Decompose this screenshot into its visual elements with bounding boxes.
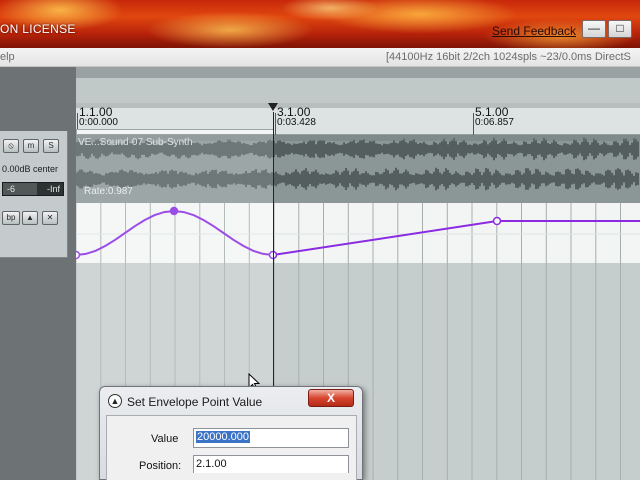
set-envelope-point-dialog: ▲ Set Envelope Point Value X Value 20000…: [99, 386, 363, 480]
volume-fader[interactable]: -6 -Inf: [2, 182, 64, 196]
dialog-close-button[interactable]: X: [308, 389, 354, 407]
app-icon: ▲: [108, 394, 122, 408]
value-label: Value: [151, 433, 179, 445]
envelope-hide-button[interactable]: ▲: [22, 211, 38, 225]
fx-icon: ⦸: [8, 141, 14, 150]
maximize-button[interactable]: □: [608, 20, 632, 38]
time-selection-bar[interactable]: [76, 129, 274, 135]
send-feedback-link[interactable]: Send Feedback: [492, 24, 576, 38]
position-input[interactable]: 2.1.00: [193, 455, 349, 473]
volume-pan-readout: 0.00dB center: [2, 164, 59, 174]
envelope-point[interactable]: [492, 216, 502, 226]
audio-status-text: [44100Hz 16bit 2/2ch 1024spls ~23/0.0ms …: [386, 51, 631, 63]
fader-min-label: -6: [7, 184, 16, 194]
menu-bar: elp [44100Hz 16bit 2/2ch 1024spls ~23/0.…: [0, 48, 640, 67]
close-icon: X: [326, 391, 335, 405]
minimize-button[interactable]: —: [582, 20, 606, 38]
fader-max-label: -Inf: [46, 184, 60, 194]
envelope-bypass-button[interactable]: bp: [2, 211, 20, 225]
fx-button[interactable]: ⦸: [3, 139, 19, 153]
arrow-up-icon: ▲: [26, 213, 34, 222]
envelope-control-panel: bp ▲ ✕: [0, 205, 68, 230]
dialog-body: Value 20000.000 Position: 2.1.00: [106, 415, 357, 480]
dialog-title: Set Envelope Point Value: [127, 395, 263, 409]
position-label: Position:: [139, 460, 182, 472]
value-input[interactable]: 20000.000: [193, 428, 349, 448]
menu-item-help[interactable]: elp: [0, 51, 15, 63]
close-icon: ✕: [46, 213, 54, 222]
mute-button[interactable]: m: [23, 139, 39, 153]
solo-button[interactable]: S: [43, 139, 59, 153]
edit-cursor-marker[interactable]: [268, 103, 278, 111]
envelope-close-button[interactable]: ✕: [42, 211, 58, 225]
window-title-bar: ON LICENSE Send Feedback — □: [0, 0, 640, 48]
window-title: ON LICENSE: [0, 22, 76, 36]
value-input-text: 20000.000: [196, 431, 250, 443]
